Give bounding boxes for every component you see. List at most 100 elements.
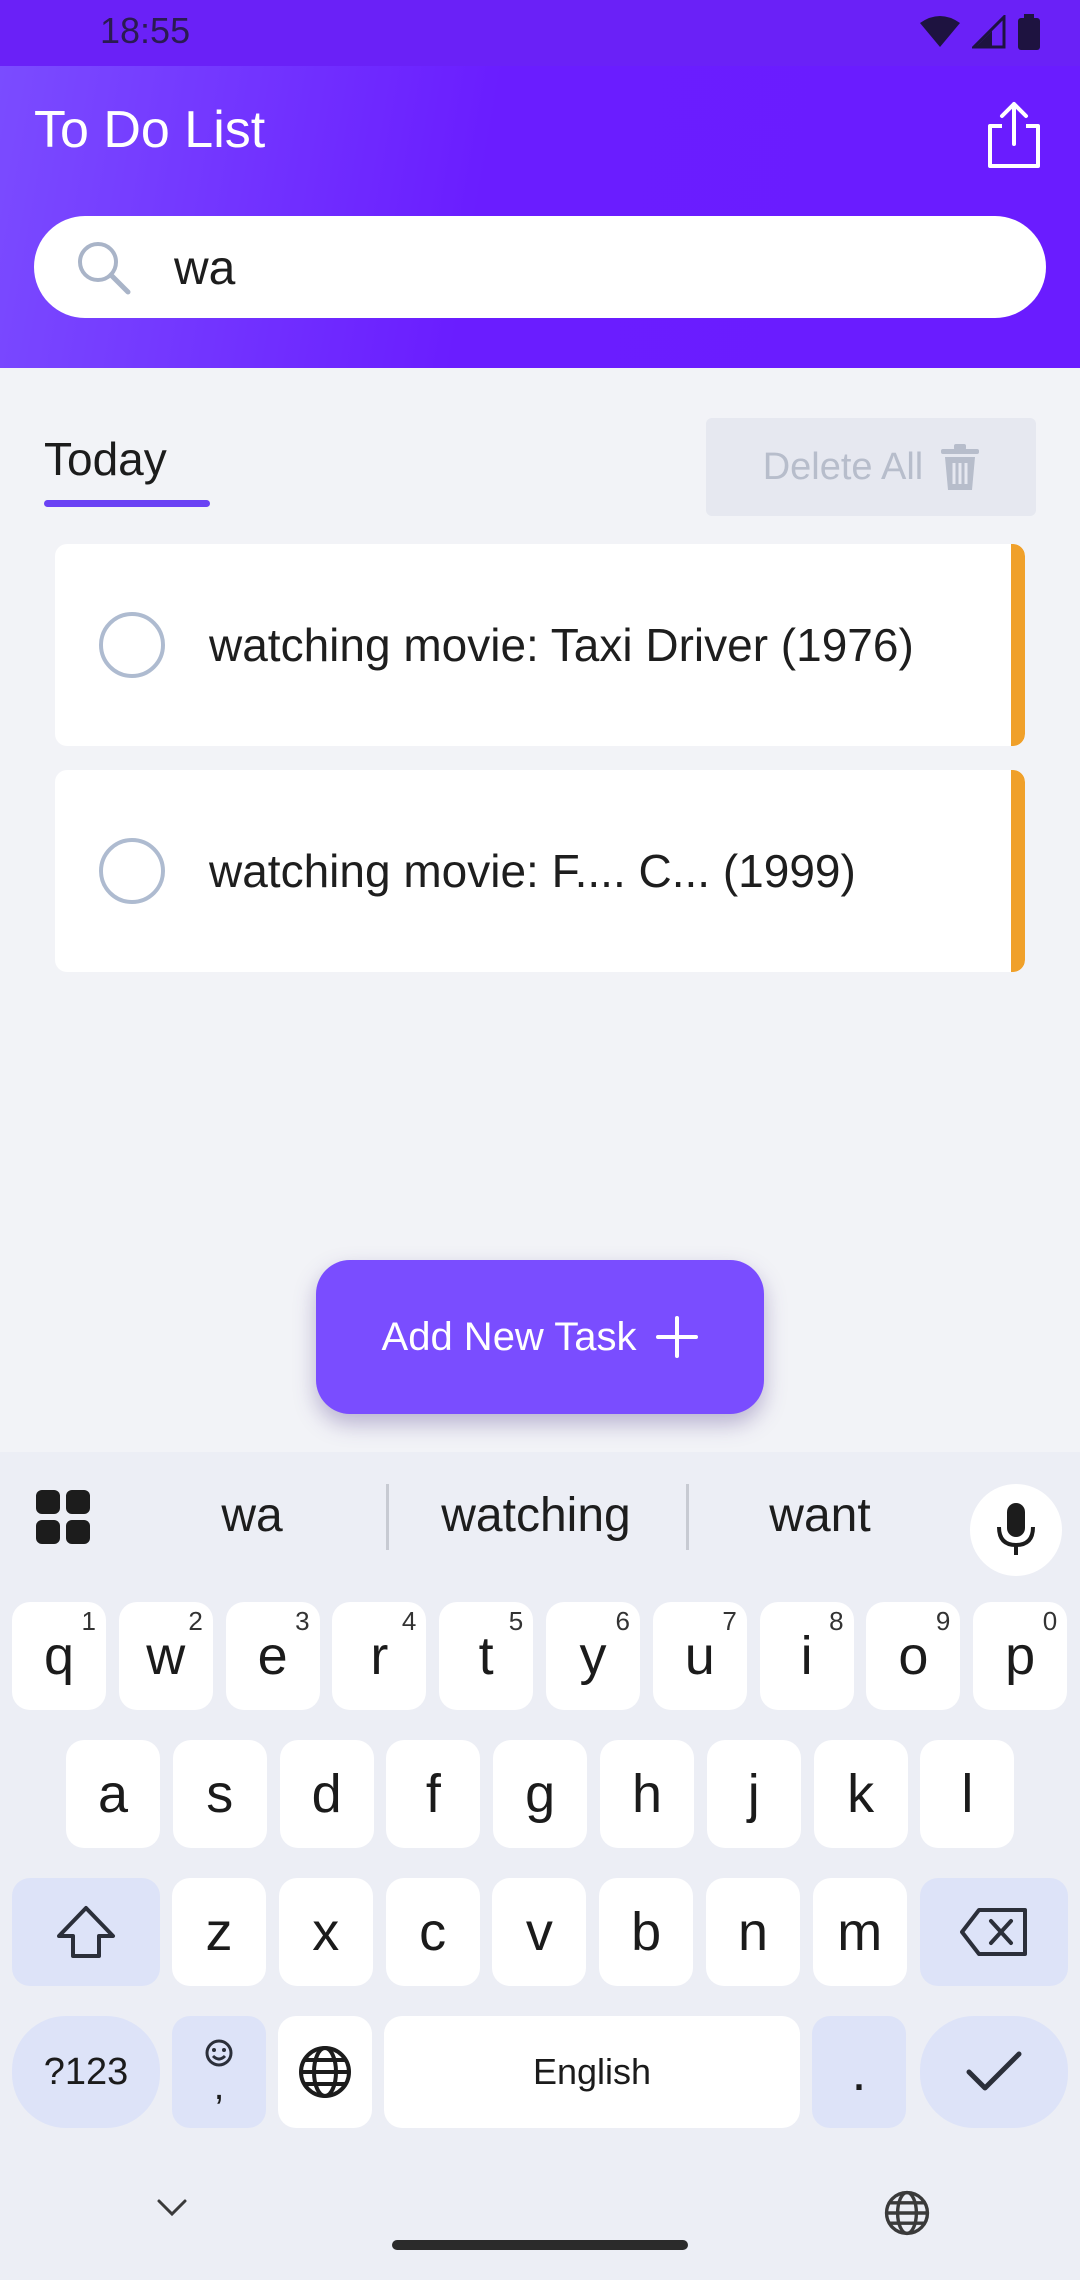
apps-grid-icon[interactable]: [36, 1490, 90, 1544]
priority-bar: [1011, 544, 1025, 746]
key-label: h: [631, 1764, 663, 1824]
key-s[interactable]: s: [172, 1740, 267, 1848]
key-label: p: [1005, 1626, 1036, 1686]
key-l[interactable]: l: [920, 1740, 1015, 1848]
suggestion-1[interactable]: wa: [132, 1488, 372, 1543]
delete-all-button[interactable]: Delete All: [706, 418, 1036, 516]
key-label: q: [43, 1626, 75, 1686]
wifi-icon: [920, 16, 960, 47]
globe-icon: [299, 2046, 351, 2098]
shift-icon: [57, 1906, 115, 1958]
key-d[interactable]: d: [279, 1740, 374, 1848]
share-button[interactable]: [982, 100, 1046, 170]
task-checkbox[interactable]: [99, 838, 165, 904]
key-label: y: [579, 1626, 607, 1686]
key-label: t: [478, 1626, 494, 1686]
add-new-task-button[interactable]: Add New Task: [316, 1260, 764, 1414]
key-label: j: [747, 1764, 760, 1824]
key-j[interactable]: j: [706, 1740, 801, 1848]
key-label: r: [370, 1626, 389, 1686]
signal-icon: [972, 15, 1006, 49]
key-m[interactable]: m: [812, 1878, 907, 1986]
task-item[interactable]: watching movie: Taxi Driver (1976): [55, 544, 1025, 746]
key-hint: 2: [188, 1606, 203, 1636]
key-x[interactable]: x: [278, 1878, 373, 1986]
key-y[interactable]: y6: [546, 1602, 640, 1710]
emoji-comma-key[interactable]: ,: [172, 2016, 266, 2128]
page-title: To Do List: [34, 101, 266, 159]
key-hint: 8: [829, 1606, 844, 1636]
soft-keyboard: wa watching want q1w2e3r4t5y6u7i8o9p0 as…: [0, 1452, 1080, 2280]
home-indicator[interactable]: [392, 2240, 688, 2250]
search-bar[interactable]: [34, 216, 1046, 318]
key-hint: 4: [401, 1606, 417, 1636]
language-key[interactable]: [278, 2016, 372, 2128]
share-icon: [988, 102, 1040, 168]
suggestion-2[interactable]: watching: [416, 1488, 656, 1543]
emoji-icon: [205, 2039, 233, 2067]
key-label: u: [684, 1626, 715, 1686]
backspace-key[interactable]: [920, 1878, 1068, 1986]
space-key-label: English: [532, 2051, 652, 2092]
task-title: watching movie: Taxi Driver (1976): [209, 619, 914, 671]
battery-icon: [1018, 14, 1040, 50]
key-label: l: [961, 1764, 974, 1824]
hide-keyboard-icon[interactable]: [156, 2198, 188, 2218]
key-label: g: [525, 1764, 556, 1824]
period-key-label: .: [851, 2042, 867, 2102]
key-e[interactable]: e3: [225, 1602, 320, 1710]
key-u[interactable]: u7: [652, 1602, 747, 1710]
status-time: 18:55: [100, 10, 191, 51]
key-q[interactable]: q1: [12, 1602, 106, 1710]
key-o[interactable]: o9: [866, 1602, 961, 1710]
status-bar: 18:55: [0, 0, 1080, 66]
key-hint: 3: [295, 1606, 310, 1636]
key-g[interactable]: g: [493, 1740, 588, 1848]
suggestion-3[interactable]: want: [700, 1488, 940, 1543]
globe-icon[interactable]: [884, 2190, 930, 2236]
search-input[interactable]: [174, 238, 994, 298]
key-w[interactable]: w2: [118, 1602, 213, 1710]
symbols-key[interactable]: ?123: [12, 2016, 160, 2128]
key-b[interactable]: b: [599, 1878, 694, 1986]
key-label: o: [898, 1626, 929, 1686]
checkmark-icon: [966, 2051, 1022, 2091]
symbols-key-label: ?123: [43, 2050, 129, 2093]
key-f[interactable]: f: [386, 1740, 481, 1848]
key-k[interactable]: k: [813, 1740, 908, 1848]
app-header: 18:55 To Do List: [0, 0, 1080, 368]
task-item[interactable]: watching movie: F.... C... (1999): [55, 770, 1025, 972]
task-title: watching movie: F.... C... (1999): [209, 845, 856, 897]
key-n[interactable]: n: [706, 1878, 800, 1986]
shift-key[interactable]: [12, 1878, 160, 1986]
key-label: n: [737, 1902, 769, 1962]
key-v[interactable]: v: [492, 1878, 587, 1986]
key-z[interactable]: z: [172, 1878, 266, 1986]
key-i[interactable]: i8: [759, 1602, 854, 1710]
status-icons: [920, 14, 1040, 50]
key-r[interactable]: r4: [332, 1602, 427, 1710]
tab-indicator: [44, 500, 210, 507]
key-t[interactable]: t5: [439, 1602, 534, 1710]
task-checkbox[interactable]: [99, 612, 165, 678]
key-label: a: [97, 1764, 129, 1824]
voice-input-button[interactable]: [970, 1484, 1062, 1576]
period-key[interactable]: .: [812, 2016, 906, 2128]
key-hint: 1: [81, 1606, 96, 1636]
key-label: f: [425, 1764, 441, 1824]
key-p[interactable]: p0: [973, 1602, 1068, 1710]
key-label: v: [525, 1902, 553, 1962]
space-key[interactable]: English: [384, 2016, 800, 2128]
key-label: c: [419, 1902, 447, 1962]
plus-icon: [656, 1316, 699, 1358]
key-h[interactable]: h: [600, 1740, 694, 1848]
done-key[interactable]: [920, 2016, 1068, 2128]
key-label: k: [847, 1764, 875, 1824]
search-icon: [78, 242, 131, 295]
key-label: w: [146, 1626, 186, 1686]
tab-today[interactable]: Today: [44, 432, 167, 486]
key-hint: 5: [508, 1606, 524, 1636]
key-a[interactable]: a: [66, 1740, 160, 1848]
key-c[interactable]: c: [385, 1878, 480, 1986]
suggestion-strip: wa watching want: [0, 1452, 1080, 1582]
